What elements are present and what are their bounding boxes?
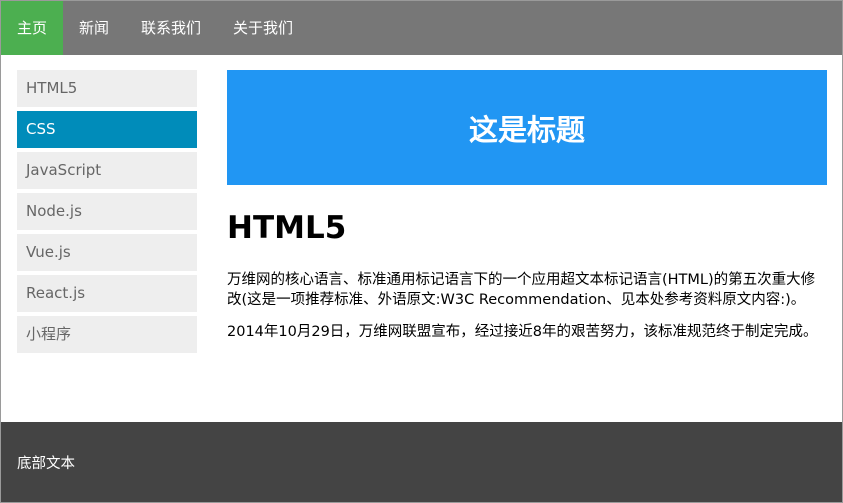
sidebar-item-reactjs[interactable]: React.js	[17, 275, 197, 312]
nav-item-contact[interactable]: 联系我们	[125, 1, 217, 55]
sidebar-item-css[interactable]: CSS	[17, 111, 197, 148]
sidebar-item-nodejs[interactable]: Node.js	[17, 193, 197, 230]
nav-item-home[interactable]: 主页	[1, 1, 64, 55]
article-paragraph: 2014年10月29日，万维网联盟宣布，经过接近8年的艰苦努力，该标准规范终于制…	[227, 324, 818, 340]
page: 主页 新闻 联系我们 关于我们 HTML5 CSS JavaScript Nod…	[0, 0, 843, 503]
article-paragraph: 万维网的核心语言、标准通用标记语言下的一个应用超文本标记语言(HTML)的第五次…	[227, 272, 816, 308]
sidebar-item-html5[interactable]: HTML5	[17, 70, 197, 107]
sidebar-item-miniprogram[interactable]: 小程序	[17, 316, 197, 353]
sidebar-item-vuejs[interactable]: Vue.js	[17, 234, 197, 271]
sidebar-item-javascript[interactable]: JavaScript	[17, 152, 197, 189]
article-heading: HTML5	[227, 210, 347, 246]
header-banner: 这是标题	[227, 70, 827, 185]
footer-text: 底部文本	[17, 455, 75, 472]
sidebar-menu: HTML5 CSS JavaScript Node.js Vue.js Reac…	[17, 70, 197, 357]
page-footer: 底部文本	[1, 422, 842, 502]
nav-item-about[interactable]: 关于我们	[217, 1, 309, 55]
main-content: HTML5 万维网的核心语言、标准通用标记语言下的一个应用超文本标记语言(HTM…	[227, 206, 827, 354]
nav-item-news[interactable]: 新闻	[63, 1, 125, 55]
top-navigation: 主页 新闻 联系我们 关于我们	[1, 1, 842, 55]
banner-title: 这是标题	[468, 112, 585, 147]
